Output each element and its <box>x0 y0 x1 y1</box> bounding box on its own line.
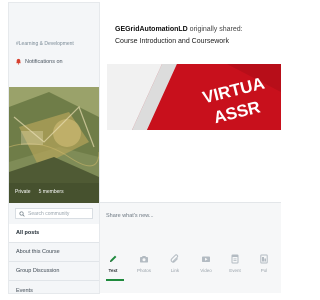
share-input[interactable] <box>106 211 256 221</box>
active-tab-indicator <box>106 279 124 281</box>
camera-icon <box>140 256 148 263</box>
post-composer: Text Photos Link Video <box>100 202 281 293</box>
post-type-label: Video <box>200 268 212 273</box>
nav-item-all-posts[interactable]: All posts <box>9 224 99 243</box>
post-title[interactable]: Course Introduction and Coursework <box>115 38 229 45</box>
community-name: #Learning & Development <box>16 41 74 47</box>
post-type-label: Text <box>108 268 118 273</box>
community-cover-image: Private 5 members <box>9 87 99 203</box>
nav-item-group-discussion[interactable]: Group Discussion <box>9 262 99 281</box>
post-type-label: Event <box>229 268 241 273</box>
link-icon <box>170 254 179 263</box>
search-icon <box>19 211 25 217</box>
member-count[interactable]: 5 members <box>39 189 64 195</box>
bell-icon <box>15 58 22 65</box>
pencil-icon <box>110 255 117 262</box>
post-header: GEGridAutomationLD originally shared: Co… <box>115 24 279 48</box>
post-author[interactable]: GEGridAutomationLD <box>115 26 188 33</box>
post-type-event[interactable]: Event <box>224 251 246 281</box>
post-type-photos[interactable]: Photos <box>133 251 155 281</box>
nav-item-about-course[interactable]: About this Course <box>9 243 99 262</box>
nav-item-events[interactable]: Events <box>9 281 99 300</box>
post-type-label: Link <box>170 268 180 273</box>
nav-item-label: Events <box>16 287 33 294</box>
community-sidebar: #Learning & Development Notifications on… <box>8 2 100 294</box>
nav-item-label: All posts <box>16 230 40 236</box>
post-type-poll[interactable]: Pol <box>253 251 275 281</box>
post-image[interactable]: VIRTUA ASSR <box>107 64 281 130</box>
post-type-label: Photos <box>136 268 151 273</box>
poll-icon <box>260 254 268 264</box>
search-input[interactable] <box>28 209 92 218</box>
post-type-selector: Text Photos Link Video Event Pol <box>100 251 281 281</box>
post-verb: originally shared: <box>189 26 243 33</box>
community-search[interactable] <box>15 208 93 219</box>
post-type-text[interactable]: Text <box>102 251 124 281</box>
post-type-label: Pol <box>260 268 268 273</box>
nav-item-label: Group Discussion <box>16 268 60 274</box>
notifications-toggle[interactable]: Notifications on <box>15 58 63 65</box>
video-icon <box>202 256 210 262</box>
shared-post-card[interactable]: GEGridAutomationLD originally shared: Co… <box>107 20 281 130</box>
nav-item-label: About this Course <box>16 249 60 255</box>
privacy-label: Private <box>15 189 31 195</box>
post-type-video[interactable]: Video <box>195 251 217 281</box>
calendar-icon <box>231 254 239 264</box>
post-type-link[interactable]: Link <box>164 251 186 281</box>
notifications-label: Notifications on <box>25 58 63 65</box>
